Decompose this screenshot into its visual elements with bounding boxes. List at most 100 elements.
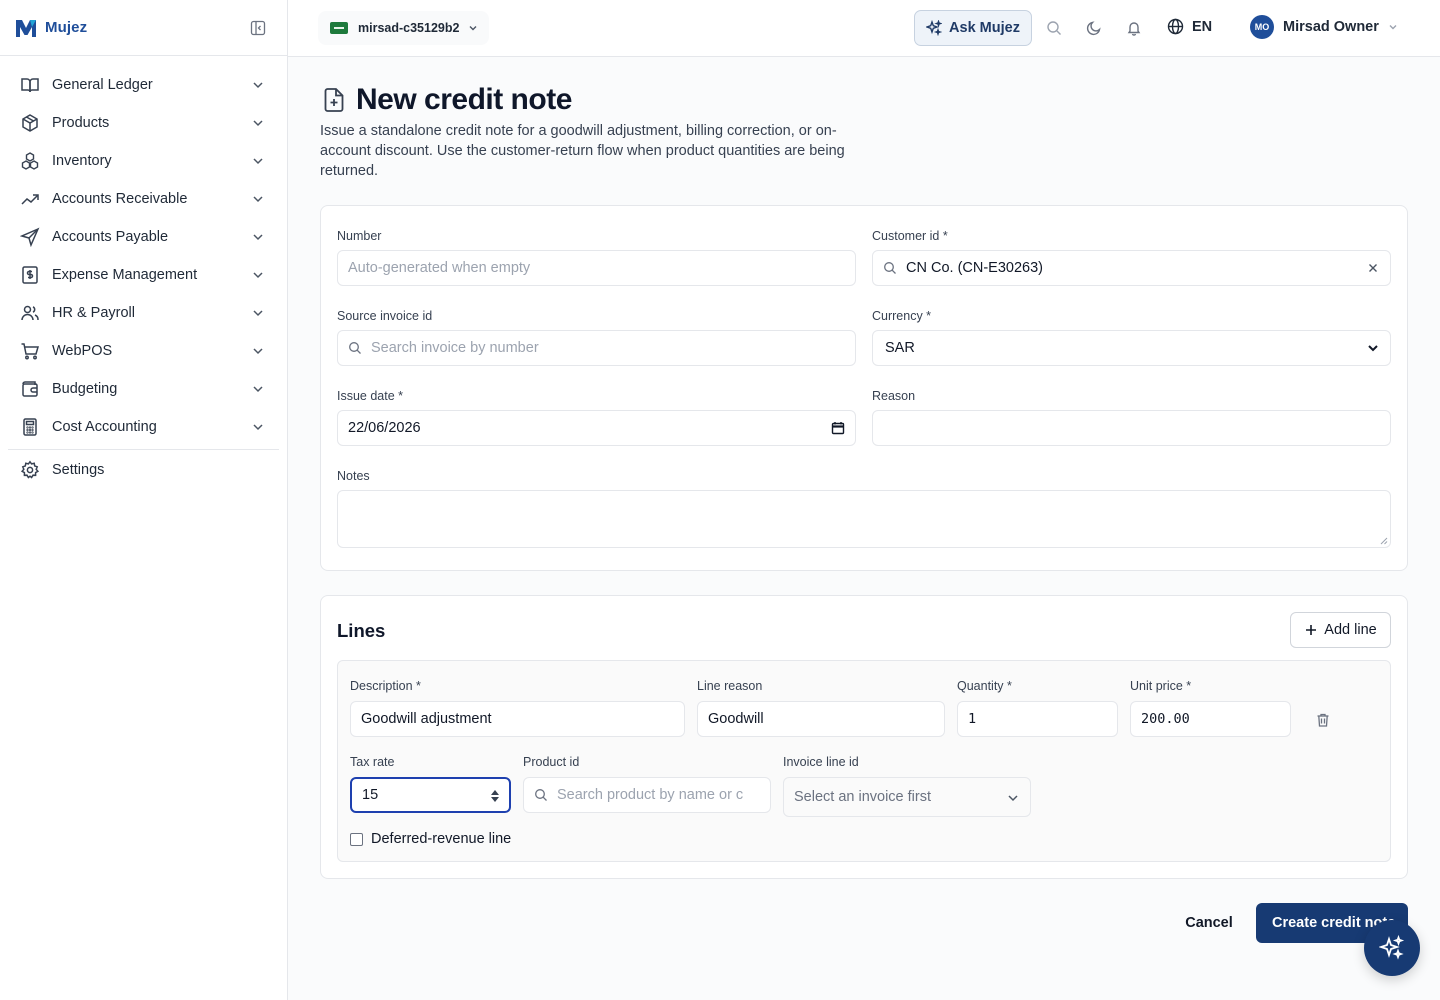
add-line-label: Add line: [1324, 622, 1377, 638]
send-icon: [20, 227, 40, 247]
customer-label: Customer id *: [872, 229, 948, 243]
sidebar-item-accounts-payable[interactable]: Accounts Payable: [0, 218, 287, 256]
sidebar-item-settings[interactable]: Settings: [0, 451, 287, 489]
product-placeholder: Search product by name or c: [557, 787, 744, 803]
topbar: mirsad-c35129b2 Ask Mujez EN MO Mirsad O…: [288, 0, 1440, 57]
sidebar-item-cost-accounting[interactable]: Cost Accounting: [0, 408, 287, 446]
tax-rate-value: 15: [362, 787, 379, 803]
sidebar-item-products[interactable]: Products: [0, 104, 287, 142]
search-icon: [349, 342, 361, 354]
bell-icon[interactable]: [1125, 19, 1143, 37]
package-icon: [20, 113, 40, 133]
users-icon: [20, 303, 40, 323]
cart-icon: [20, 341, 40, 361]
description-label: Description *: [350, 679, 421, 693]
deferred-revenue-checkbox[interactable]: [350, 833, 363, 846]
sidebar-item-label: General Ledger: [52, 77, 153, 93]
page-description: Issue a standalone credit note for a goo…: [320, 123, 845, 179]
moon-icon[interactable]: [1085, 19, 1103, 37]
sidebar-item-label: Accounts Payable: [52, 229, 169, 245]
invoice-line-select[interactable]: Select an invoice first: [783, 777, 1031, 817]
number-label: Number: [337, 229, 382, 243]
cancel-button[interactable]: Cancel: [1176, 903, 1242, 943]
source-invoice-search[interactable]: Search invoice by number: [337, 330, 856, 366]
sidebar-item-hr-payroll[interactable]: HR & Payroll: [0, 294, 287, 332]
chevron-down-icon: [253, 196, 263, 203]
search-icon: [884, 262, 896, 274]
user-name: Mirsad Owner: [1283, 19, 1379, 35]
file-plus-icon: [324, 88, 344, 112]
page-header: New credit note: [320, 83, 572, 117]
ask-mujez-button[interactable]: Ask Mujez: [914, 10, 1032, 46]
close-icon[interactable]: [1366, 261, 1380, 275]
sidebar-item-webpos[interactable]: WebPOS: [0, 332, 287, 370]
sidebar-item-label: Cost Accounting: [52, 419, 157, 435]
resize-handle-icon[interactable]: [1380, 537, 1388, 545]
sidebar-item-label: Settings: [52, 462, 105, 478]
tax-rate-label: Tax rate: [350, 755, 395, 769]
sidebar-item-general-ledger[interactable]: General Ledger: [0, 66, 287, 104]
issue-date-input[interactable]: 22/06/2026: [337, 410, 856, 446]
search-icon: [535, 789, 547, 801]
chevron-down-icon: [1368, 345, 1378, 352]
sidebar-divider: [8, 449, 279, 450]
sidebar-item-label: WebPOS: [52, 343, 113, 359]
wallet-icon: [20, 379, 40, 399]
quantity-input[interactable]: 1: [957, 701, 1118, 737]
chevron-down-icon: [1389, 25, 1397, 30]
description-input[interactable]: Goodwill adjustment: [350, 701, 685, 737]
chevron-down-icon: [469, 26, 477, 31]
sidebar-item-label: Accounts Receivable: [52, 191, 188, 207]
quantity-label: Quantity *: [957, 679, 1012, 693]
chevron-down-icon: [253, 82, 263, 89]
number-input[interactable]: Auto-generated when empty: [337, 250, 856, 286]
org-switcher[interactable]: mirsad-c35129b2: [318, 11, 490, 45]
line-reason-input[interactable]: Goodwill: [697, 701, 945, 737]
issue-date-label: Issue date *: [337, 389, 404, 403]
trending-up-icon: [20, 189, 40, 209]
sidebar-item-label: HR & Payroll: [52, 305, 135, 321]
brand-name: Mujez: [45, 19, 88, 36]
sidebar-item-expense-management[interactable]: Expense Management: [0, 256, 287, 294]
sidebar-item-label: Budgeting: [52, 381, 118, 397]
stepper-arrows-icon[interactable]: [490, 788, 500, 804]
sidebar-item-accounts-receivable[interactable]: Accounts Receivable: [0, 180, 287, 218]
currency-select[interactable]: SAR: [872, 330, 1391, 366]
description-value: Goodwill adjustment: [361, 711, 492, 727]
source-invoice-placeholder: Search invoice by number: [371, 340, 539, 356]
language-switcher[interactable]: EN: [1167, 18, 1212, 35]
quantity-value: 1: [968, 711, 977, 727]
tax-rate-stepper[interactable]: 15: [350, 777, 511, 813]
chevron-down-icon: [253, 386, 263, 393]
currency-value: SAR: [885, 340, 915, 356]
sidebar-item-budgeting[interactable]: Budgeting: [0, 370, 287, 408]
number-placeholder: Auto-generated when empty: [348, 260, 531, 276]
trash-icon[interactable]: [1314, 711, 1332, 729]
unit-price-label: Unit price *: [1130, 679, 1192, 693]
line-item: Description * Goodwill adjustment Line r…: [337, 660, 1391, 862]
book-open-icon: [20, 75, 40, 95]
customer-combobox[interactable]: CN Co. (CN-E30263): [872, 250, 1391, 286]
reason-input[interactable]: [872, 410, 1391, 446]
sidebar-item-label: Expense Management: [52, 267, 198, 283]
customer-value: CN Co. (CN-E30263): [906, 260, 1043, 276]
lines-title: Lines: [337, 620, 386, 641]
mujez-logo-icon: [16, 19, 36, 37]
user-menu[interactable]: MO Mirsad Owner: [1250, 15, 1399, 39]
search-icon[interactable]: [1045, 19, 1063, 37]
deferred-revenue-label[interactable]: Deferred-revenue line: [371, 831, 511, 847]
product-search[interactable]: Search product by name or c: [523, 777, 771, 813]
calendar-icon[interactable]: [831, 421, 845, 435]
chevron-down-icon: [253, 424, 263, 431]
chevron-down-icon: [253, 158, 263, 165]
add-line-button[interactable]: Add line: [1290, 612, 1391, 648]
ai-assistant-button[interactable]: [1364, 920, 1420, 976]
invoice-line-label: Invoice line id: [783, 755, 859, 769]
unit-price-input[interactable]: 200.00: [1130, 701, 1291, 737]
lines-card: Lines Add line Description * Goodwill ad…: [320, 595, 1408, 879]
notes-textarea[interactable]: [337, 490, 1391, 548]
invoice-line-placeholder: Select an invoice first: [794, 789, 932, 805]
sidebar-item-inventory[interactable]: Inventory: [0, 142, 287, 180]
boxes-icon: [20, 151, 40, 171]
sidebar-collapse-icon[interactable]: [249, 19, 267, 37]
